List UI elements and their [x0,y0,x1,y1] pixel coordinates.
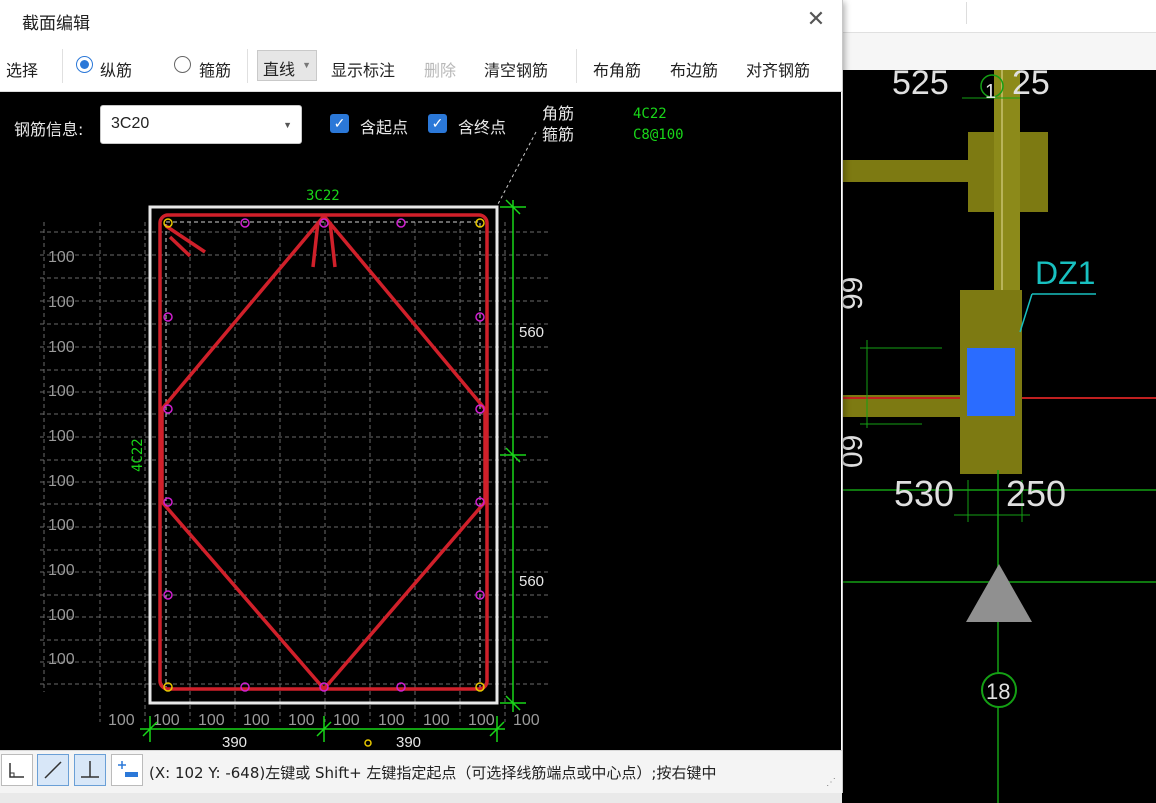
clear-rebar-button[interactable]: 清空钢筋 [484,57,548,81]
legend-stirrup-label: 箍筋 [542,125,574,144]
svg-text:100: 100 [198,712,225,729]
svg-text:100: 100 [513,712,540,729]
section-drawing: 角筋 箍筋 4C22 C8@100 100 100 100 100 100 10… [40,104,684,750]
bottom-strip [0,793,842,803]
cad-dim-top: 525 [892,70,949,102]
svg-text:100: 100 [108,712,135,729]
cad-axis-number: 18 [986,679,1010,704]
cad-column-label: DZ1 [1035,255,1095,291]
background-tab-strip [842,0,1156,70]
diamond-stirrup [160,213,487,692]
dim-right-2: 560 [519,573,544,590]
grid-lines [40,222,548,722]
svg-text:100: 100 [378,712,405,729]
dialog-title: 截面编辑 [22,14,90,34]
dim-bottom-2: 390 [396,734,421,750]
svg-text:100: 100 [48,562,75,579]
dialog-titlebar[interactable]: 截面编辑 ✕ [0,0,842,40]
cad-side-dim-2: 09 [842,435,869,468]
cad-side-dim-1: 99 [842,277,869,310]
top-rebar-label: 3C22 [306,188,340,204]
svg-text:100: 100 [48,473,75,490]
background-cad-drawing: 525 25 1 DZ1 530 250 99 09 18 [842,70,1156,803]
side-rebar-button[interactable]: 布边筋 [670,57,718,81]
chevron-down-icon: ▼ [302,60,311,70]
svg-text:100: 100 [153,712,180,729]
axis-marker-icon [966,564,1032,622]
cad-dim-left-2: 250 [1006,473,1066,514]
svg-text:100: 100 [48,249,75,266]
ortho-icon[interactable] [1,754,33,786]
resize-grip-icon[interactable]: ⋰ [826,777,836,788]
dim-bottom-1: 390 [222,734,247,750]
svg-text:100: 100 [48,383,75,400]
svg-text:100: 100 [48,294,75,311]
section-canvas[interactable]: 钢筋信息: 3C20 ▼ ✓ 含起点 ✓ 含终点 角筋 箍筋 4C22 C8@1… [0,92,841,750]
legend-corner-value: 4C22 [633,106,667,122]
svg-text:100: 100 [48,651,75,668]
toolbar-separator [62,49,63,83]
bottom-dimension-line [140,716,505,742]
dialog-toolbar: 选择 纵筋 箍筋 直线 ▼ 显示标注 删除 清空钢筋 布角筋 布边筋 对齐钢筋 [0,41,842,92]
stirrup-hooks [165,221,337,268]
cad-dim-top-right: 25 [1012,70,1050,102]
dim-right-1: 560 [519,324,544,341]
svg-text:100: 100 [48,428,75,445]
line-draw-icon[interactable] [37,754,69,786]
background-separator [966,2,967,24]
add-point-icon[interactable] [111,754,143,786]
svg-text:100: 100 [423,712,450,729]
right-dimension-line [500,199,526,712]
status-text: (X: 102 Y: -648)左键或 Shift+ 左键指定起点（可选择线筋端… [149,764,717,782]
show-labels-button[interactable]: 显示标注 [331,57,395,81]
svg-text:100: 100 [48,339,75,356]
svg-text:100: 100 [48,517,75,534]
stirrup-radio[interactable] [174,56,191,73]
background-cad-view[interactable]: 525 25 1 DZ1 530 250 99 09 18 [842,70,1156,803]
legend-stirrup-value: C8@100 [633,127,684,143]
toolbar-separator [576,49,577,83]
status-bar: (X: 102 Y: -648)左键或 Shift+ 左键指定起点（可选择线筋端… [0,750,842,794]
select-button[interactable]: 选择 [6,57,38,81]
section-edit-dialog: 截面编辑 ✕ 选择 纵筋 箍筋 直线 ▼ 显示标注 删除 清空钢筋 布角筋 布边… [0,0,843,794]
align-rebar-button[interactable]: 对齐钢筋 [746,57,810,81]
corner-rebar-button[interactable]: 布角筋 [593,57,641,81]
svg-text:100: 100 [468,712,495,729]
svg-text:100: 100 [243,712,270,729]
cover-line [165,221,481,689]
side-rebar-label: 4C22 [130,438,146,472]
close-icon[interactable]: ✕ [802,5,830,33]
background-header [842,0,1156,33]
longitudinal-radio-label[interactable]: 纵筋 [100,57,132,81]
stirrup-radio-label[interactable]: 箍筋 [199,57,231,81]
svg-text:100: 100 [48,607,75,624]
cad-axis-top: 1 [985,81,996,103]
legend-corner-label: 角筋 [542,104,574,123]
svg-text:100: 100 [333,712,360,729]
grid-labels-left: 100 100 100 100 100 100 100 100 100 100 [48,249,75,668]
line-mode-label: 直线 [263,60,296,79]
column-dz1-core [967,348,1015,416]
delete-button[interactable]: 删除 [424,57,456,81]
perpendicular-icon[interactable] [74,754,106,786]
rebar-nodes [163,218,485,692]
column-outline [148,205,499,705]
line-mode-dropdown[interactable]: 直线 ▼ [257,50,317,81]
outer-stirrup [158,213,489,691]
cad-dim-left-1: 530 [894,473,954,514]
longitudinal-radio[interactable] [76,56,93,73]
svg-text:100: 100 [288,712,315,729]
toolbar-separator [247,49,248,83]
